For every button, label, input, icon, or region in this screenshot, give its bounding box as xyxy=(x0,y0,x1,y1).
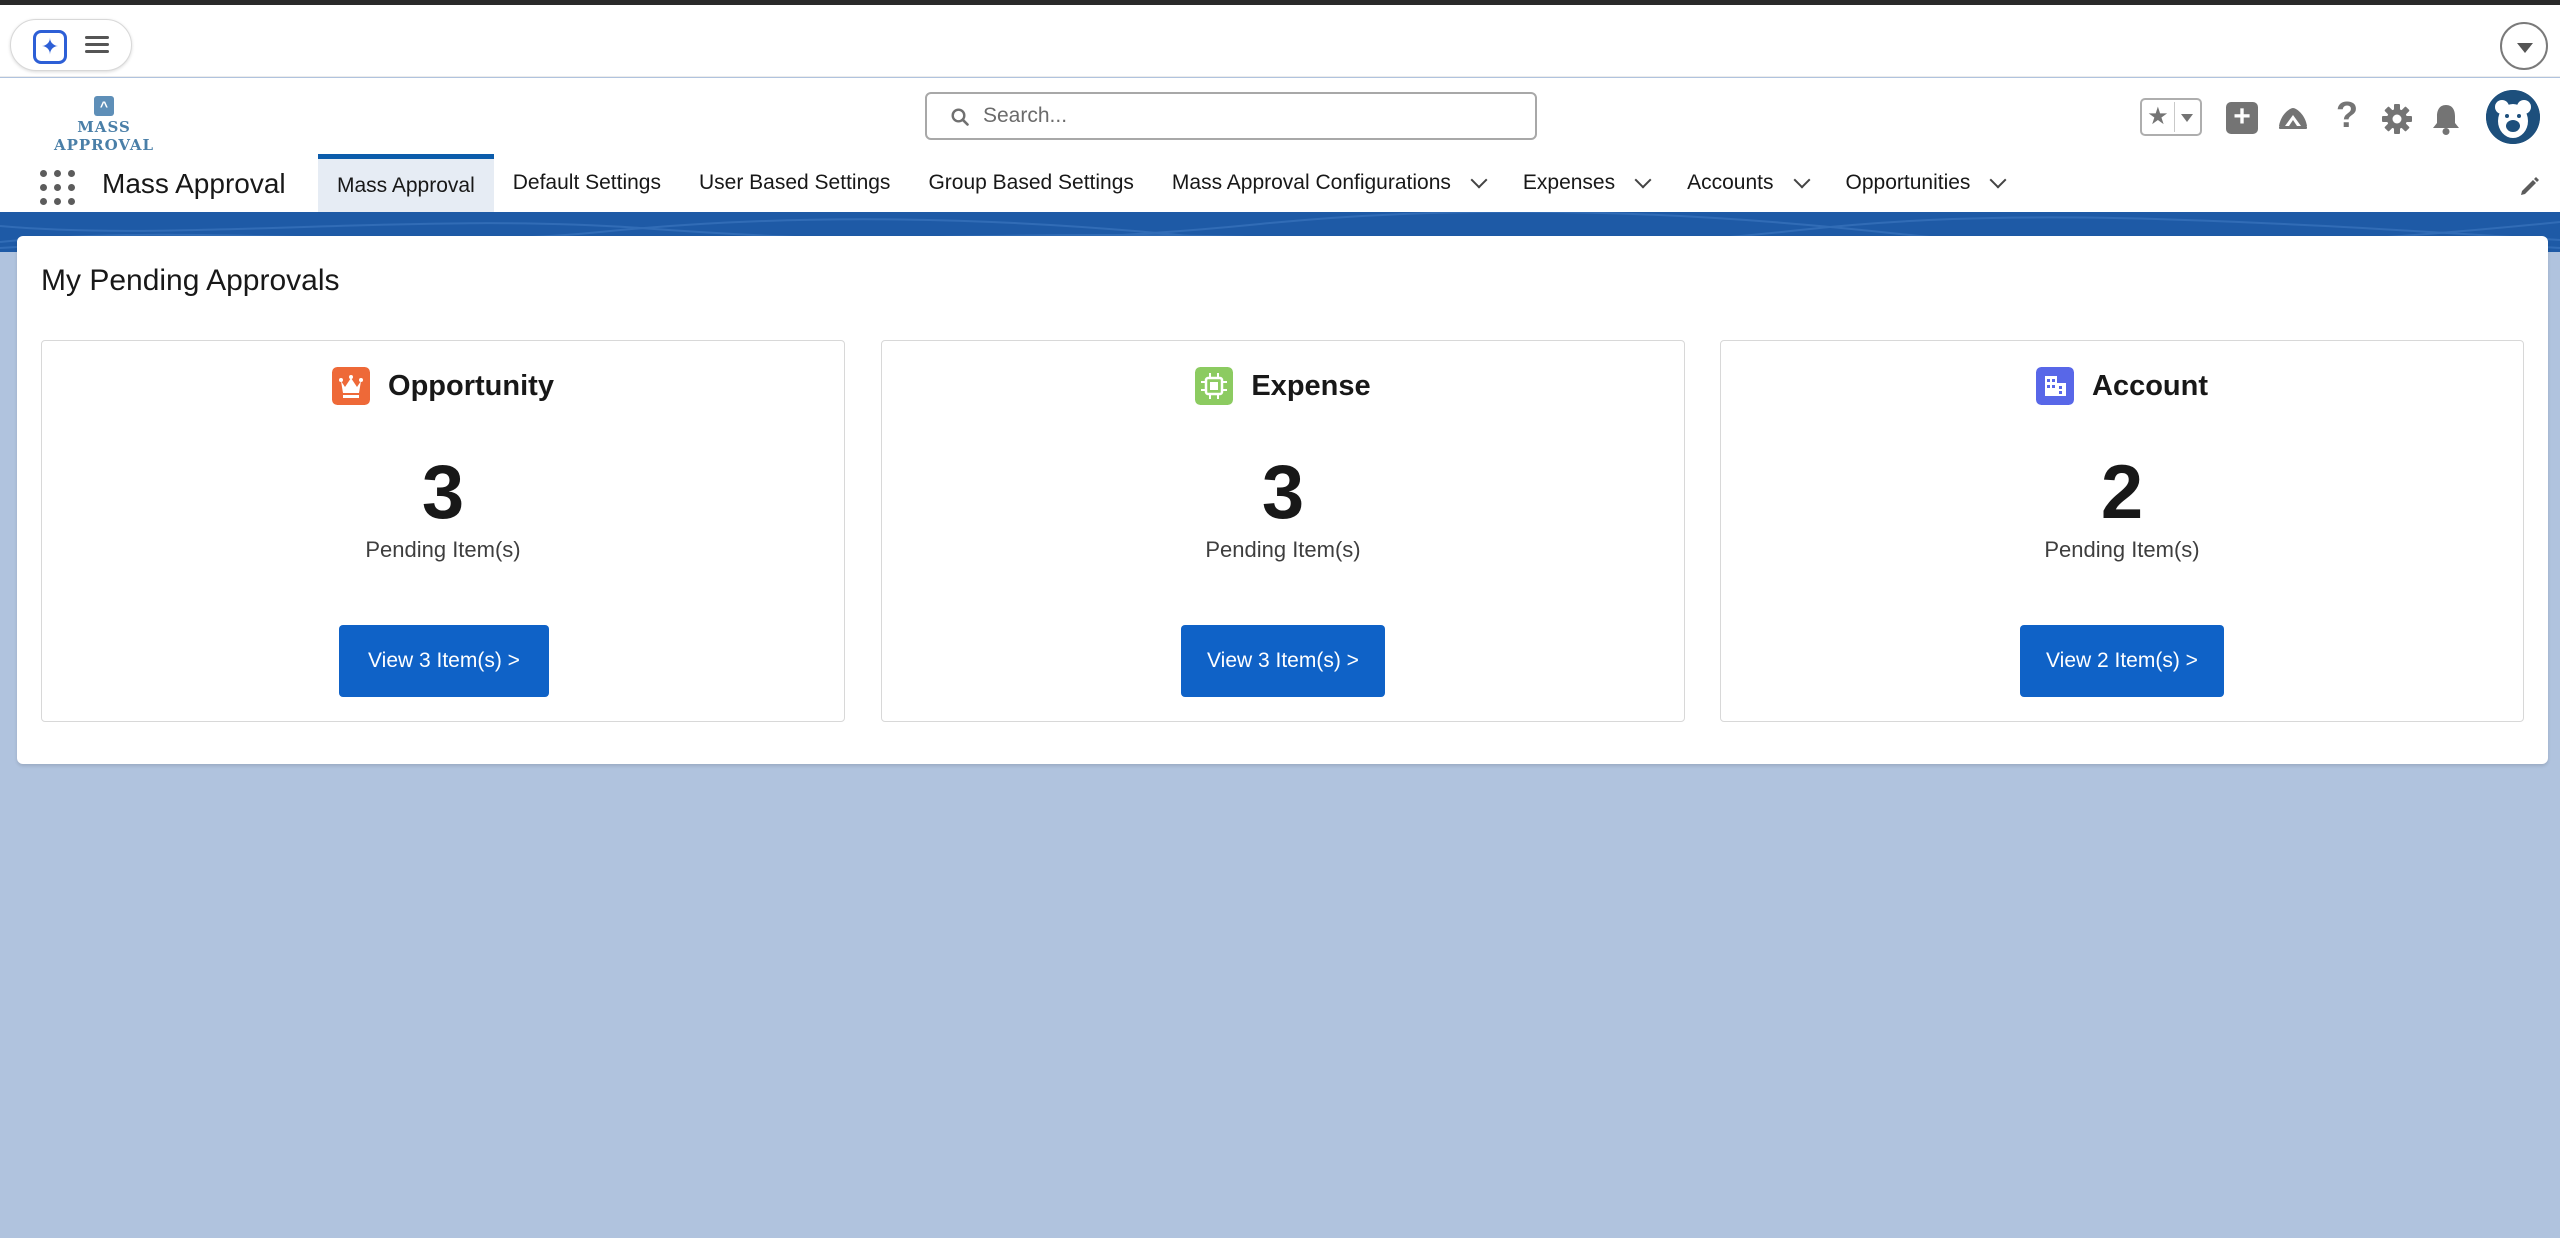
browser-toolbar: ✦ xyxy=(0,5,2560,77)
tile-opportunity: Opportunity 3 Pending Item(s) View 3 Ite… xyxy=(41,340,845,722)
tile-name: Account xyxy=(2092,369,2208,402)
tab-user-based-settings[interactable]: User Based Settings xyxy=(680,154,909,212)
pending-caption: Pending Item(s) xyxy=(365,537,521,562)
chip-icon xyxy=(1195,367,1234,405)
tab-group-based-settings[interactable]: Group Based Settings xyxy=(909,154,1152,212)
hamburger-icon[interactable] xyxy=(85,32,109,56)
trailhead-icon[interactable] xyxy=(2276,100,2310,138)
tile-header: Account xyxy=(1721,367,2523,405)
chevron-down-icon[interactable] xyxy=(1470,171,1488,189)
global-header: ^ MASS APPROVAL ★ + ? xyxy=(0,78,2560,212)
plus-icon[interactable]: + xyxy=(2226,102,2258,134)
sparkle-logo-icon[interactable]: ✦ xyxy=(33,30,67,64)
chevron-down-icon[interactable] xyxy=(1634,171,1652,189)
star-icon[interactable]: ★ xyxy=(2142,102,2175,132)
chevron-down-icon[interactable] xyxy=(1989,171,2007,189)
avatar[interactable] xyxy=(2486,90,2540,144)
help-icon[interactable]: ? xyxy=(2332,96,2362,134)
pending-count: 2 xyxy=(2100,450,2144,535)
page-title: My Pending Approvals xyxy=(41,264,340,297)
tab-label: Accounts xyxy=(1687,171,1774,194)
tile-header: Opportunity xyxy=(42,367,844,405)
bell-icon[interactable] xyxy=(2430,100,2462,138)
favorites-button[interactable]: ★ xyxy=(2140,98,2202,136)
bear-avatar-icon xyxy=(2486,90,2540,144)
global-search[interactable] xyxy=(925,92,1537,140)
tab-label: Mass Approval Configurations xyxy=(1171,171,1451,194)
app-name: Mass Approval xyxy=(102,168,286,199)
gear-icon[interactable] xyxy=(2380,100,2414,138)
tile-header: Expense xyxy=(882,367,1684,405)
tab-label: Default Settings xyxy=(512,171,661,194)
tab-default-settings[interactable]: Default Settings xyxy=(494,154,680,212)
extension-pill[interactable]: ✦ xyxy=(10,19,132,71)
search-icon xyxy=(951,108,969,126)
tile-account: Account 2 Pending Item(s) View 2 Item(s)… xyxy=(1720,340,2524,722)
favorites-caret-icon[interactable] xyxy=(2175,102,2200,132)
tab-label: Mass Approval xyxy=(337,173,475,197)
tile-name: Opportunity xyxy=(388,369,554,402)
pending-approvals-card: My Pending Approvals Opportunity 3 Pendi… xyxy=(17,236,2548,764)
pending-count: 3 xyxy=(421,450,465,535)
tab-mass-approval[interactable]: Mass Approval xyxy=(318,154,494,212)
tab-label: Expenses xyxy=(1522,171,1616,194)
search-input[interactable] xyxy=(983,98,1523,134)
building-icon xyxy=(2036,367,2074,405)
tab-accounts[interactable]: Accounts xyxy=(1668,154,1826,212)
app-launcher-icon[interactable] xyxy=(40,170,76,206)
tab-label: Opportunities xyxy=(1845,171,1971,194)
tile-expense: Expense 3 Pending Item(s) View 3 Item(s)… xyxy=(881,340,1685,722)
view-opportunity-items-button[interactable]: View 3 Item(s) > xyxy=(339,625,549,697)
tab-expenses[interactable]: Expenses xyxy=(1504,154,1668,212)
nav-tabs: Mass Approval Default Settings User Base… xyxy=(318,154,2023,212)
chevron-down-circle-icon[interactable] xyxy=(2500,22,2548,70)
tile-name: Expense xyxy=(1251,369,1371,402)
app-logo[interactable]: ^ MASS APPROVAL xyxy=(34,96,174,154)
crown-icon xyxy=(332,367,371,405)
pending-caption: Pending Item(s) xyxy=(2044,537,2200,562)
chevron-down-icon[interactable] xyxy=(1793,171,1811,189)
view-expense-items-button[interactable]: View 3 Item(s) > xyxy=(1181,625,1385,697)
pencil-icon[interactable] xyxy=(2518,174,2542,198)
pending-count: 3 xyxy=(1261,450,1305,535)
view-account-items-button[interactable]: View 2 Item(s) > xyxy=(2020,625,2224,697)
logo-mark-icon: ^ xyxy=(94,96,114,116)
logo-text: MASS APPROVAL xyxy=(53,118,155,154)
pending-caption: Pending Item(s) xyxy=(1205,537,1361,562)
tab-mass-approval-configurations[interactable]: Mass Approval Configurations xyxy=(1153,154,1504,212)
tab-label: Group Based Settings xyxy=(928,171,1134,194)
tab-label: User Based Settings xyxy=(699,171,891,194)
tab-opportunities[interactable]: Opportunities xyxy=(1827,154,2024,212)
